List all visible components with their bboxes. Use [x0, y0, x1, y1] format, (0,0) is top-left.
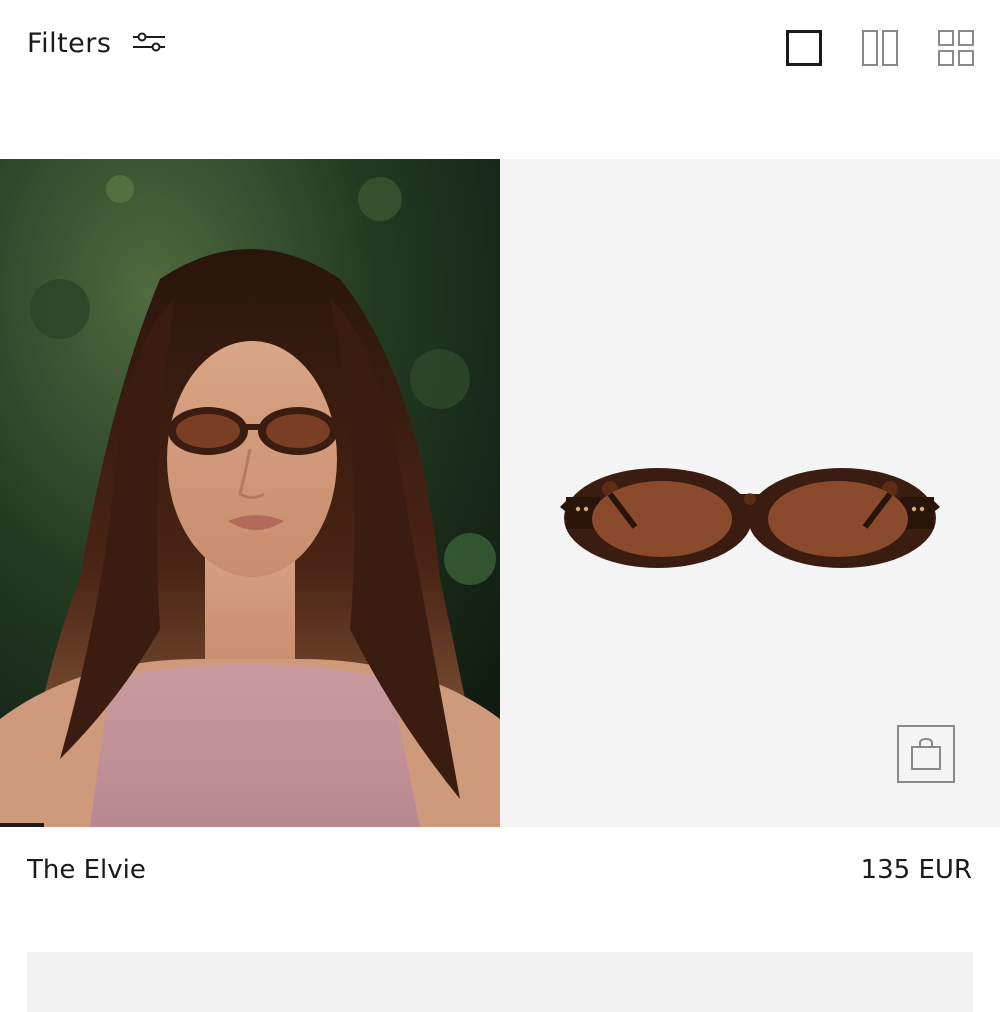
two-columns-icon — [862, 30, 898, 66]
model-photo[interactable] — [0, 159, 500, 827]
toolbar: Filters — [0, 0, 1000, 100]
single-column-view-button[interactable] — [786, 30, 822, 66]
square-icon — [786, 30, 822, 66]
image-progress-indicator — [0, 823, 44, 827]
product-price: 135 EUR — [860, 855, 972, 885]
product-card-images[interactable] — [0, 159, 1000, 827]
two-column-view-button[interactable] — [862, 30, 898, 66]
filters-button[interactable]: Filters — [27, 28, 167, 59]
sunglasses-packshot[interactable] — [500, 159, 1000, 827]
shopping-bag-icon — [911, 737, 941, 770]
sliders-icon — [131, 31, 167, 57]
next-product-card[interactable] — [27, 952, 973, 1012]
product-name[interactable]: The Elvie — [27, 855, 146, 885]
grid-view-button[interactable] — [938, 30, 974, 66]
filters-label: Filters — [27, 28, 112, 59]
grid-icon — [938, 30, 974, 66]
view-toggle-group — [786, 30, 974, 66]
add-to-cart-button[interactable] — [897, 725, 955, 783]
